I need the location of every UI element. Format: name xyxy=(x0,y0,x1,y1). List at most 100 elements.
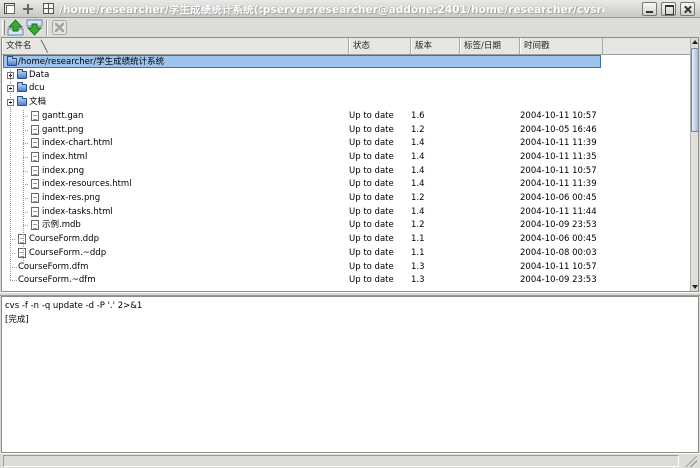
name-cell: index-res.png xyxy=(2,192,347,205)
tree-folder-row[interactable]: dcu xyxy=(2,82,690,95)
name-cell: CourseForm.dfm xyxy=(2,261,347,274)
name-label: index-chart.html xyxy=(42,138,113,148)
tree-root-row[interactable]: /home/researcher/学生成绩统计系统 xyxy=(2,55,690,68)
commit-button[interactable] xyxy=(26,19,43,36)
window-title: /home/researcher/学生成绩统计系统(:pserver:resea… xyxy=(59,4,604,16)
folder-open-icon xyxy=(7,56,17,66)
tree-file-row[interactable]: CourseForm.ddp Up to date 1.1 2004-10-06 00… xyxy=(2,233,690,246)
file-tree-view[interactable]: 文件名 ╲ 状态 版本 标签/日期 时间戳 /home/researcher/学… xyxy=(1,37,699,292)
maximize-button[interactable] xyxy=(661,2,676,16)
revision-cell: 1.3 xyxy=(411,275,425,285)
name-cell: CourseForm.ddp xyxy=(2,233,347,246)
name-label: gantt.png xyxy=(42,125,84,135)
status-cell: Up to date xyxy=(349,111,394,121)
revision-cell: 1.1 xyxy=(411,248,425,258)
column-header-revision[interactable]: 版本 xyxy=(411,38,460,54)
tree-file-row[interactable]: index-res.png Up to date 1.2 2004-10-06 00:… xyxy=(2,192,690,205)
tree-branch-line xyxy=(10,267,18,268)
minimize-button[interactable] xyxy=(642,2,657,16)
tree-file-row[interactable]: 示例.mdb Up to date 1.2 2004-10-09 23:53 xyxy=(2,219,690,232)
toolbar-separator xyxy=(46,20,48,35)
toolbar-grip[interactable] xyxy=(2,20,5,35)
scroll-down-arrow-icon[interactable] xyxy=(691,282,698,291)
file-icon xyxy=(31,152,39,162)
close-button[interactable] xyxy=(680,2,695,16)
status-text xyxy=(3,455,679,467)
revision-cell: 1.6 xyxy=(411,111,425,121)
tree-file-row[interactable]: gantt.png Up to date 1.2 2004-10-05 16:46 xyxy=(2,124,690,137)
resize-grip-icon[interactable] xyxy=(684,456,697,467)
status-cell: Up to date xyxy=(349,125,394,135)
revision-cell: 1.4 xyxy=(411,138,425,148)
status-cell: Up to date xyxy=(349,262,394,272)
window-menu-icon[interactable] xyxy=(4,3,15,14)
app-icon xyxy=(43,3,54,14)
protocol-log[interactable]: cvs -f -n -q update -d -P '.' 2>&1 [完成] xyxy=(1,296,699,453)
tree-file-row[interactable]: CourseForm.~dfm Up to date 1.3 2004-10-09 2… xyxy=(2,274,690,287)
file-icon xyxy=(31,138,39,148)
timestamp-cell: 2004-10-11 11:39 xyxy=(520,138,597,148)
name-label: CourseForm.~dfm xyxy=(18,275,96,285)
log-line-command: cvs -f -n -q update -d -P '.' 2>&1 xyxy=(5,301,143,311)
column-header-tag-date[interactable]: 标签/日期 xyxy=(460,38,520,54)
column-header-status[interactable]: 状态 xyxy=(349,38,411,54)
timestamp-cell: 2004-10-08 00:03 xyxy=(520,248,597,258)
name-cell: dcu xyxy=(2,82,347,95)
tree-file-row[interactable]: CourseForm.~ddp Up to date 1.1 2004-10-08 0… xyxy=(2,247,690,260)
tree-file-row[interactable]: index-chart.html Up to date 1.4 2004-10-11 … xyxy=(2,137,690,150)
tree-file-row[interactable]: gantt.gan Up to date 1.6 2004-10-11 10:57 xyxy=(2,110,690,123)
column-header-filename[interactable]: 文件名 ╲ xyxy=(2,38,349,54)
tree-folder-row[interactable]: Data xyxy=(2,69,690,82)
folder-icon xyxy=(17,69,27,79)
stop-icon xyxy=(52,20,67,35)
status-cell: Up to date xyxy=(349,234,394,244)
timestamp-cell: 2004-10-05 16:46 xyxy=(520,125,597,135)
tree-file-row[interactable]: CourseForm.dfm Up to date 1.3 2004-10-11 10… xyxy=(2,261,690,274)
tree-file-row[interactable]: index.html Up to date 1.4 2004-10-11 11:35 xyxy=(2,151,690,164)
status-cell: Up to date xyxy=(349,179,394,189)
tree-vertical-scrollbar[interactable] xyxy=(690,38,698,291)
timestamp-cell: 2004-10-11 10:57 xyxy=(520,262,597,272)
title-bar: /home/researcher/学生成绩统计系统(:pserver:resea… xyxy=(0,0,700,18)
tree-guide-line xyxy=(10,67,11,280)
status-cell: Up to date xyxy=(349,138,394,148)
tree-folder-row[interactable]: 文档 xyxy=(2,96,690,109)
revision-cell: 1.2 xyxy=(411,193,425,203)
revision-cell: 1.4 xyxy=(411,179,425,189)
revision-cell: 1.1 xyxy=(411,234,425,244)
scrollbar-thumb[interactable] xyxy=(691,48,698,132)
commit-down-arrow-icon xyxy=(26,19,43,36)
name-cell: index.png xyxy=(2,165,347,178)
file-icon xyxy=(31,220,39,230)
file-icon xyxy=(31,166,39,176)
timestamp-cell: 2004-10-11 10:57 xyxy=(520,111,597,121)
name-label: index.png xyxy=(42,166,85,176)
name-label: index-res.png xyxy=(42,193,101,203)
scroll-up-arrow-icon[interactable] xyxy=(691,38,698,47)
name-cell: Data xyxy=(2,69,347,82)
tree-file-row[interactable]: index.png Up to date 1.4 2004-10-11 10:57 xyxy=(2,165,690,178)
tree-file-row[interactable]: index-resources.html Up to date 1.4 2004-10… xyxy=(2,178,690,191)
name-cell: index-resources.html xyxy=(2,178,347,191)
file-icon xyxy=(31,111,39,121)
timestamp-cell: 2004-10-06 00:45 xyxy=(520,234,597,244)
tree-file-row[interactable]: index-tasks.html Up to date 1.4 2004-10-11 … xyxy=(2,206,690,219)
update-button[interactable] xyxy=(7,19,24,36)
column-header-filename-label: 文件名 xyxy=(6,41,32,51)
log-line-result: [完成] xyxy=(5,315,29,325)
stop-button[interactable] xyxy=(51,19,68,36)
name-cell: 示例.mdb xyxy=(2,219,347,232)
name-cell: CourseForm.~dfm xyxy=(2,274,347,287)
file-icon xyxy=(18,234,26,244)
name-label: CourseForm.dfm xyxy=(18,262,89,272)
timestamp-cell: 2004-10-11 11:35 xyxy=(520,152,597,162)
timestamp-cell: 2004-10-11 10:57 xyxy=(520,166,597,176)
revision-cell: 1.2 xyxy=(411,220,425,230)
name-cell: gantt.png xyxy=(2,124,347,137)
status-cell: Up to date xyxy=(349,207,394,217)
status-cell: Up to date xyxy=(349,152,394,162)
folder-icon xyxy=(17,82,27,92)
timestamp-cell: 2004-10-09 23:53 xyxy=(520,220,597,230)
column-header-timestamp[interactable]: 时间戳 xyxy=(520,38,603,54)
sticky-pin-icon[interactable] xyxy=(22,3,34,15)
